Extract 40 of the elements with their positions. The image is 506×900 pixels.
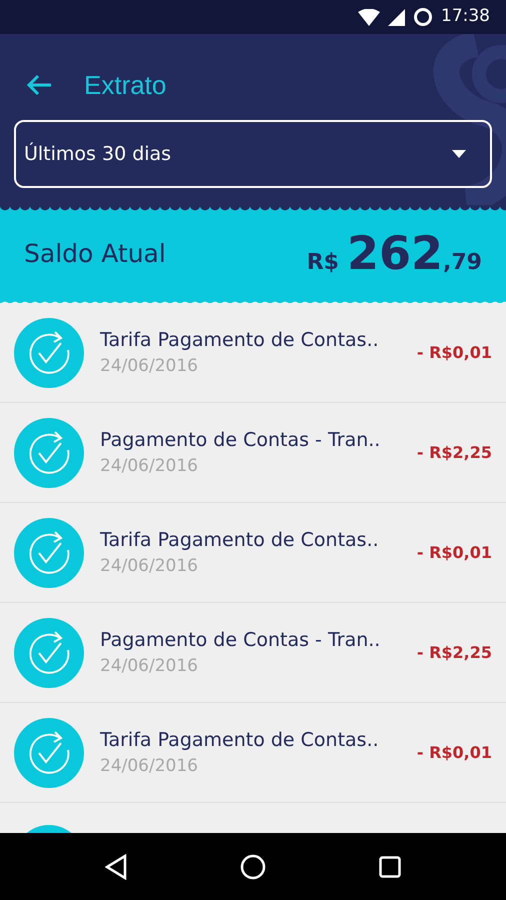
- transaction-amount: - R$0,01: [416, 742, 492, 764]
- transaction-title: Tarifa Pagamento de Contas..: [100, 728, 380, 752]
- balance-integer: 262: [346, 230, 444, 276]
- screen-title: Extrato: [84, 68, 166, 102]
- transaction-row[interactable]: Tarifa Pagamento de Contas.. 24/06/2016 - R$0,01: [0, 703, 506, 803]
- back-nav-icon[interactable]: [104, 854, 127, 880]
- transaction-date: 24/06/2016: [100, 455, 199, 478]
- check-refresh-icon: [14, 518, 84, 588]
- transaction-date: 24/06/2016: [100, 655, 199, 678]
- balance-cents: ,79: [443, 248, 482, 276]
- transaction-title: Pagamento de Contas - Tran..: [100, 628, 382, 652]
- period-dropdown[interactable]: Últimos 30 dias: [14, 120, 492, 188]
- transaction-row[interactable]: Tarifa Pagamento de Contas.. 24/06/2016 - R$0,01: [0, 303, 506, 403]
- transaction-title: Tarifa Pagamento de Contas..: [100, 328, 380, 352]
- home-nav-icon[interactable]: [240, 854, 266, 880]
- dropdown-caret-icon: [452, 150, 466, 158]
- wifi-icon: [358, 8, 380, 26]
- transaction-amount: - R$0,01: [416, 342, 492, 364]
- transaction-date: 24/06/2016: [100, 755, 199, 778]
- transaction-title: Pagamento de Contas - Tran..: [100, 428, 382, 452]
- transaction-title: Tarifa Pagamento de Contas..: [100, 528, 380, 552]
- status-time: 17:38: [441, 5, 490, 28]
- check-refresh-icon: [14, 418, 84, 488]
- transaction-row[interactable]: Tarifa Pagamento de Contas.. 24/06/2016 - R$0,01: [0, 503, 506, 603]
- check-refresh-icon: [14, 318, 84, 388]
- transaction-amount: - R$2,25: [416, 442, 492, 464]
- recents-nav-icon[interactable]: [379, 856, 402, 878]
- transaction-row[interactable]: Pagamento de Contas - Tran.. 24/06/2016 - R$2,25: [0, 603, 506, 703]
- currency-symbol: R$: [306, 248, 339, 276]
- signal-icon: [388, 8, 405, 26]
- transaction-date: 24/06/2016: [100, 555, 199, 578]
- transaction-date: 24/06/2016: [100, 355, 199, 378]
- transaction-amount: - R$0,01: [416, 542, 492, 564]
- balance-label: Saldo Atual: [24, 238, 166, 270]
- check-refresh-icon: [14, 718, 84, 788]
- transaction-row[interactable]: Pagamento de Contas - Tran.. 24/06/2016 - R$2,25: [0, 403, 506, 503]
- transaction-amount: - R$2,25: [416, 642, 492, 664]
- battery-icon: [413, 7, 433, 27]
- back-icon[interactable]: [26, 74, 52, 96]
- check-refresh-icon: [14, 618, 84, 688]
